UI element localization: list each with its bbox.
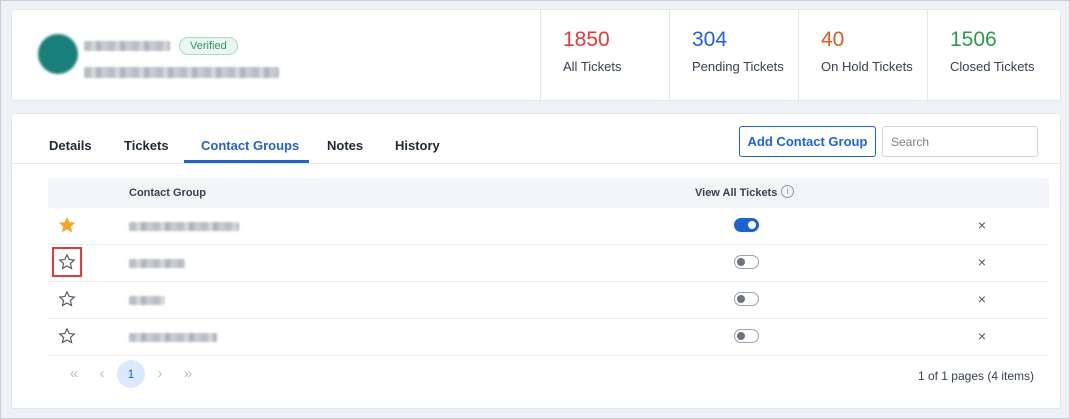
stat-value: 1506 [950,28,997,51]
stat-pending-tickets[interactable]: 304 Pending Tickets [669,10,798,102]
tab-history[interactable]: History [395,138,440,164]
star-outline-icon[interactable] [58,327,76,345]
group-name-redacted [129,259,185,268]
info-icon[interactable]: i [781,185,794,198]
stat-value: 304 [692,28,728,51]
stat-value: 1850 [563,28,610,51]
contact-groups-table: Contact Group View All Tickets i × × × × [48,178,1049,356]
last-page-icon[interactable]: » [176,360,200,388]
contact-summary-card: Verified 1850 All Tickets 304 Pending Ti… [11,9,1062,102]
search-input[interactable] [882,126,1038,157]
star-outline-icon[interactable] [58,290,76,308]
table-row: × [48,319,1049,356]
stat-label: On Hold Tickets [821,59,913,74]
remove-icon[interactable]: × [975,217,989,233]
contact-groups-panel: Details Tickets Contact Groups Notes His… [11,113,1061,409]
avatar [38,34,78,74]
add-contact-group-button[interactable]: Add Contact Group [739,126,876,157]
tab-tickets[interactable]: Tickets [124,138,169,164]
group-name-redacted [129,222,239,231]
view-all-toggle[interactable] [734,255,759,269]
pagination-info: 1 of 1 pages (4 items) [917,369,1034,383]
tab-notes[interactable]: Notes [327,138,363,164]
table-row: × [48,282,1049,319]
header-view-all-tickets: View All Tickets [695,187,778,199]
stat-closed-tickets[interactable]: 1506 Closed Tickets [927,10,1062,102]
contact-name-redacted [84,41,170,51]
stat-label: Closed Tickets [950,59,1035,74]
table-row: × [48,208,1049,245]
tab-bar: Details Tickets Contact Groups Notes His… [12,114,1060,164]
active-tab-indicator [184,160,309,163]
next-page-icon[interactable]: › [148,360,172,388]
verified-badge: Verified [179,37,238,55]
table-header: Contact Group View All Tickets i [48,178,1049,208]
star-outline-icon[interactable] [52,247,82,277]
view-all-toggle[interactable] [734,218,759,232]
remove-icon[interactable]: × [975,254,989,270]
table-row: × [48,245,1049,282]
header-contact-group: Contact Group [129,187,206,199]
stat-all-tickets[interactable]: 1850 All Tickets [540,10,669,102]
group-name-redacted [129,296,165,305]
stat-label: All Tickets [563,59,622,74]
stat-value: 40 [821,28,845,51]
view-all-toggle[interactable] [734,329,759,343]
first-page-icon[interactable]: « [62,360,86,388]
previous-page-icon[interactable]: ‹ [90,360,114,388]
group-name-redacted [129,333,217,342]
view-all-toggle[interactable] [734,292,759,306]
remove-icon[interactable]: × [975,328,989,344]
stat-label: Pending Tickets [692,59,784,74]
stat-on-hold-tickets[interactable]: 40 On Hold Tickets [798,10,927,102]
star-filled-icon[interactable] [58,216,76,234]
contact-email-redacted [84,67,279,78]
remove-icon[interactable]: × [975,291,989,307]
tab-details[interactable]: Details [49,138,92,164]
page-button-current[interactable]: 1 [117,360,145,388]
